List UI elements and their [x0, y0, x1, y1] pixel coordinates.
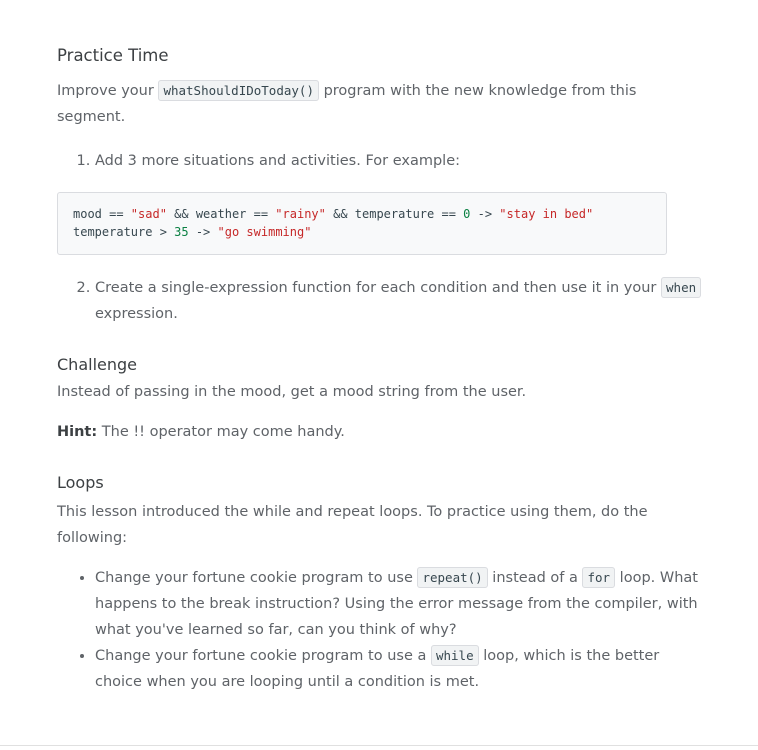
code-token: && weather == — [166, 207, 276, 221]
code-token: && temperature == — [325, 207, 464, 221]
code-line-2: temperature > 35 -> "go swimming" — [73, 225, 311, 239]
code-string-token: "stay in bed" — [499, 207, 594, 221]
loops-bullet-list: Change your fortune cookie program to us… — [57, 565, 705, 695]
practice-step-2-pre: Create a single-expression function for … — [95, 280, 662, 296]
loops-bullet-2: Change your fortune cookie program to us… — [95, 643, 705, 695]
hint-label: Hint: — [57, 424, 98, 440]
bullet-1-pre: Change your fortune cookie program to us… — [95, 570, 418, 586]
code-token: temperature > — [73, 224, 175, 239]
function-name-code: whatShouldIDoToday() — [158, 80, 319, 101]
code-token: mood == — [73, 207, 131, 221]
hint-paragraph: Hint: The !! operator may come handy. — [57, 419, 705, 445]
practice-steps-list: Add 3 more situations and activities. Fo… — [57, 148, 705, 327]
bottom-divider — [0, 745, 758, 746]
practice-step-1-text: Add 3 more situations and activities. Fo… — [95, 153, 461, 169]
hint-text: The !! operator may come handy. — [97, 424, 345, 440]
main-content: Practice Time Improve your whatShouldIDo… — [57, 44, 705, 695]
when-code: when — [661, 277, 702, 298]
practice-intro: Improve your whatShouldIDoToday() progra… — [57, 78, 705, 130]
practice-step-2: Create a single-expression function for … — [95, 275, 705, 327]
code-line-1: mood == "sad" && weather == "rainy" && t… — [73, 207, 593, 221]
practice-step-2-post: expression. — [95, 306, 178, 322]
challenge-heading: Challenge — [57, 355, 137, 374]
code-token: -> — [470, 207, 500, 221]
repeat-code: repeat() — [417, 567, 488, 588]
code-string-token: "rainy" — [275, 207, 326, 221]
practice-step-1: Add 3 more situations and activities. Fo… — [57, 148, 705, 255]
bullet-2-pre: Change your fortune cookie program to us… — [95, 648, 431, 664]
code-number-token: 35 — [174, 224, 189, 239]
challenge-text: Instead of passing in the mood, get a mo… — [57, 384, 527, 400]
loops-text: This lesson introduced the while and rep… — [57, 504, 648, 546]
while-code: while — [430, 645, 479, 666]
code-string-token: "sad" — [130, 207, 167, 221]
loops-heading: Loops — [57, 473, 104, 492]
code-string-token: "go swimming" — [217, 224, 312, 239]
loops-bullet-1: Change your fortune cookie program to us… — [95, 565, 705, 643]
bullet-1-mid: instead of a — [487, 570, 583, 586]
code-token: -> — [188, 224, 218, 239]
practice-time-heading: Practice Time — [57, 46, 169, 65]
for-code: for — [582, 567, 616, 588]
code-example-block: mood == "sad" && weather == "rainy" && t… — [57, 192, 667, 255]
practice-intro-pre: Improve your — [57, 83, 159, 99]
